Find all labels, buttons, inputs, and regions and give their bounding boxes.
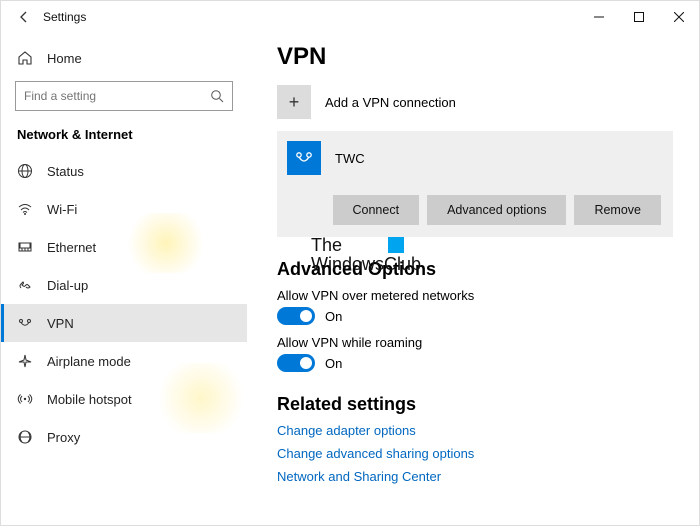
proxy-icon (17, 429, 33, 445)
airplane-icon (17, 353, 33, 369)
window-title: Settings (43, 10, 86, 24)
sidebar-item-ethernet[interactable]: Ethernet (1, 228, 247, 266)
page-title: VPN (277, 43, 673, 71)
toggle-roaming-state: On (325, 356, 342, 371)
vpn-icon (17, 315, 33, 331)
vpn-entry-name: TWC (335, 151, 365, 166)
sidebar-item-proxy[interactable]: Proxy (1, 418, 247, 456)
remove-button[interactable]: Remove (574, 195, 661, 225)
sidebar-home[interactable]: Home (1, 41, 247, 75)
search-input[interactable] (15, 81, 233, 111)
sidebar-item-label: Dial-up (47, 278, 88, 293)
sidebar-item-label: Status (47, 164, 84, 179)
opt-metered-label: Allow VPN over metered networks (277, 288, 673, 303)
search-icon (210, 89, 224, 103)
wifi-icon (17, 201, 33, 217)
link-adapter-options[interactable]: Change adapter options (277, 423, 673, 438)
search-field[interactable] (24, 89, 210, 103)
dialup-icon (17, 277, 33, 293)
window-titlebar: Settings (1, 1, 699, 33)
add-vpn-row[interactable]: + Add a VPN connection (277, 85, 673, 119)
close-button[interactable] (659, 1, 699, 33)
toggle-metered[interactable] (277, 307, 315, 325)
sidebar-item-label: Mobile hotspot (47, 392, 132, 407)
home-icon (17, 50, 33, 66)
maximize-button[interactable] (619, 1, 659, 33)
sidebar-item-dialup[interactable]: Dial-up (1, 266, 247, 304)
globe-icon (17, 163, 33, 179)
link-network-sharing-center[interactable]: Network and Sharing Center (277, 469, 673, 484)
toggle-roaming[interactable] (277, 354, 315, 372)
sidebar-item-hotspot[interactable]: Mobile hotspot (1, 380, 247, 418)
sidebar-item-airplane[interactable]: Airplane mode (1, 342, 247, 380)
toggle-metered-state: On (325, 309, 342, 324)
sidebar-item-status[interactable]: Status (1, 152, 247, 190)
plus-icon: + (277, 85, 311, 119)
vpn-entry[interactable]: TWC Connect Advanced options Remove (277, 131, 673, 237)
connect-button[interactable]: Connect (333, 195, 420, 225)
related-settings-heading: Related settings (277, 394, 673, 415)
advanced-options-button[interactable]: Advanced options (427, 195, 566, 225)
back-icon[interactable] (9, 10, 39, 24)
sidebar-item-vpn[interactable]: VPN (1, 304, 247, 342)
sidebar-item-label: Ethernet (47, 240, 96, 255)
sidebar-item-wifi[interactable]: Wi-Fi (1, 190, 247, 228)
sidebar-item-label: Proxy (47, 430, 80, 445)
advanced-options-heading: Advanced Options (277, 259, 673, 280)
hotspot-icon (17, 391, 33, 407)
sidebar: Home Network & Internet Status Wi-Fi Eth… (1, 33, 247, 527)
add-vpn-label: Add a VPN connection (325, 95, 456, 110)
minimize-button[interactable] (579, 1, 619, 33)
link-advanced-sharing[interactable]: Change advanced sharing options (277, 446, 673, 461)
vpn-entry-icon (287, 141, 321, 175)
opt-roaming-label: Allow VPN while roaming (277, 335, 673, 350)
sidebar-category: Network & Internet (1, 123, 247, 152)
ethernet-icon (17, 239, 33, 255)
sidebar-item-label: Wi-Fi (47, 202, 77, 217)
sidebar-home-label: Home (47, 51, 82, 66)
sidebar-item-label: VPN (47, 316, 74, 331)
main-pane: VPN + Add a VPN connection TWC Connect A… (247, 33, 699, 527)
sidebar-item-label: Airplane mode (47, 354, 131, 369)
